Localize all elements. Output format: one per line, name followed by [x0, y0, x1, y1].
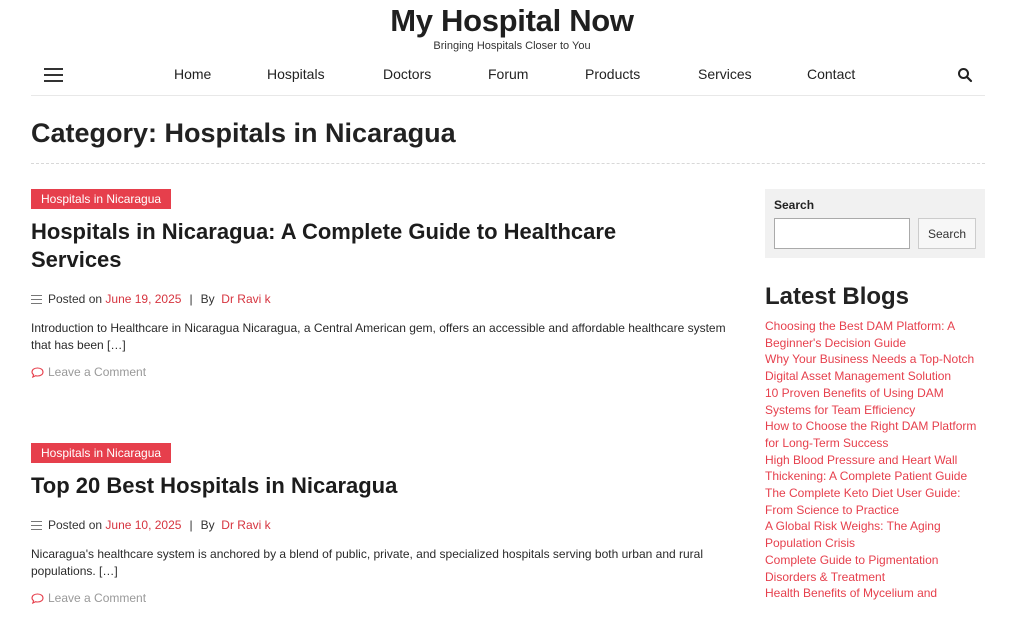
- nav-item-forum[interactable]: Forum: [488, 66, 528, 82]
- site-tagline: Bringing Hospitals Closer to You: [433, 40, 591, 52]
- leave-comment-link[interactable]: Leave a Comment: [31, 591, 731, 605]
- leave-comment-label: Leave a Comment: [48, 591, 147, 605]
- by-label: By: [200, 518, 215, 532]
- posted-on-label: Posted on: [48, 518, 103, 532]
- sidebar: Search Search Latest Blogs Choosing the …: [765, 189, 985, 602]
- search-input[interactable]: [774, 218, 910, 249]
- site-title[interactable]: My Hospital Now: [0, 4, 1024, 38]
- post-date-link[interactable]: June 19, 2025: [105, 292, 181, 306]
- blog-link[interactable]: Complete Guide to Pigmentation Disorders…: [765, 552, 985, 585]
- search-widget: Search Search: [765, 189, 985, 258]
- posted-on-label: Posted on: [48, 292, 103, 306]
- post-card: Hospitals in Nicaragua Hospitals in Nica…: [31, 189, 731, 379]
- latest-blogs-list: Choosing the Best DAM Platform: A Beginn…: [765, 318, 985, 602]
- post-author-link[interactable]: Dr Ravi k: [221, 518, 270, 532]
- nav-item-services[interactable]: Services: [698, 66, 752, 82]
- meta-separator: |: [189, 518, 193, 532]
- post-author-link[interactable]: Dr Ravi k: [221, 292, 270, 306]
- category-badge[interactable]: Hospitals in Nicaragua: [31, 189, 172, 209]
- main-nav: Home Hospitals Doctors Forum Products Se…: [31, 58, 985, 96]
- latest-blogs-heading: Latest Blogs: [765, 283, 910, 310]
- title-divider: [31, 163, 985, 164]
- post-meta: Posted on June 19, 2025 | By Dr Ravi k: [31, 292, 731, 306]
- post-date-link[interactable]: June 10, 2025: [105, 518, 181, 532]
- blog-link[interactable]: A Global Risk Weighs: The Aging Populati…: [765, 518, 985, 551]
- comment-bubble-icon: [31, 366, 44, 378]
- blog-link[interactable]: The Complete Keto Diet User Guide: From …: [765, 485, 985, 518]
- nav-item-doctors[interactable]: Doctors: [383, 66, 431, 82]
- nav-items: Home Hospitals Doctors Forum Products Se…: [31, 66, 985, 86]
- nav-item-products[interactable]: Products: [585, 66, 640, 82]
- search-row: Search: [774, 218, 976, 249]
- post-excerpt: Introduction to Healthcare in Nicaragua …: [31, 321, 726, 352]
- leave-comment-label: Leave a Comment: [48, 365, 147, 379]
- search-button[interactable]: Search: [918, 218, 976, 249]
- post-title[interactable]: Hospitals in Nicaragua: A Complete Guide…: [31, 218, 711, 274]
- blog-link[interactable]: High Blood Pressure and Heart Wall Thick…: [765, 452, 985, 485]
- nav-item-hospitals[interactable]: Hospitals: [267, 66, 325, 82]
- search-label: Search: [774, 198, 815, 212]
- blog-link[interactable]: Why Your Business Needs a Top-Notch Digi…: [765, 351, 985, 384]
- blog-link[interactable]: Choosing the Best DAM Platform: A Beginn…: [765, 318, 985, 351]
- post-title[interactable]: Top 20 Best Hospitals in Nicaragua: [31, 472, 711, 500]
- post-meta: Posted on June 10, 2025 | By Dr Ravi k: [31, 518, 731, 532]
- post-card: Hospitals in Nicaragua Top 20 Best Hospi…: [31, 443, 731, 605]
- meta-separator: |: [189, 292, 193, 306]
- blog-link[interactable]: Health Benefits of Mycelium and: [765, 585, 985, 602]
- site-header: My Hospital Now Bringing Hospitals Close…: [0, 0, 1024, 53]
- post-excerpt: Nicaragua's healthcare system is anchore…: [31, 547, 704, 578]
- by-label: By: [200, 292, 215, 306]
- meta-list-icon: [31, 294, 42, 304]
- nav-item-home[interactable]: Home: [174, 66, 211, 82]
- blog-link[interactable]: How to Choose the Right DAM Platform for…: [765, 418, 985, 451]
- meta-list-icon: [31, 520, 42, 530]
- nav-item-contact[interactable]: Contact: [807, 66, 855, 82]
- leave-comment-link[interactable]: Leave a Comment: [31, 365, 731, 379]
- comment-bubble-icon: [31, 592, 44, 604]
- search-icon[interactable]: [957, 67, 973, 83]
- blog-link[interactable]: 10 Proven Benefits of Using DAM Systems …: [765, 385, 985, 418]
- page-title: Category: Hospitals in Nicaragua: [31, 118, 456, 148]
- category-badge[interactable]: Hospitals in Nicaragua: [31, 443, 172, 463]
